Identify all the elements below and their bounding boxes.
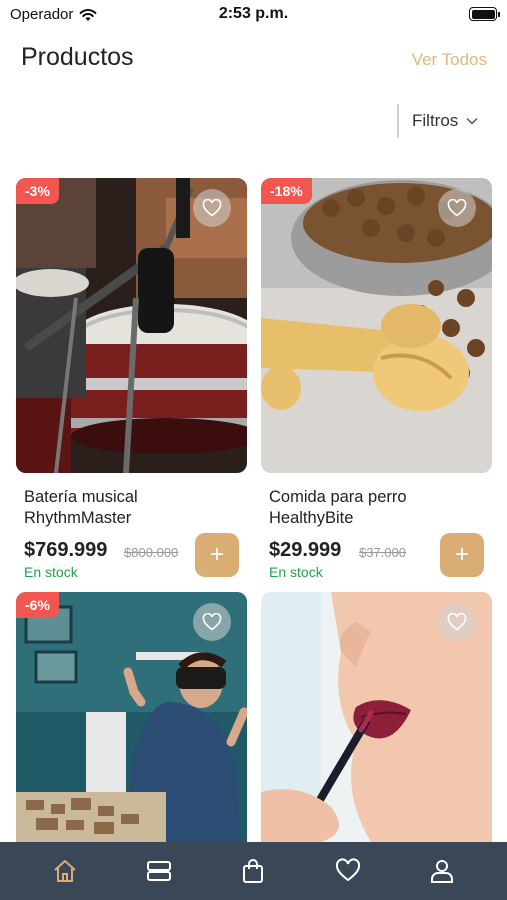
add-to-cart-button[interactable]: + — [440, 533, 484, 577]
user-icon — [430, 860, 453, 883]
battery-icon — [469, 7, 500, 21]
favorite-button[interactable] — [438, 603, 476, 641]
heart-outline-icon — [202, 199, 222, 217]
heart-icon — [335, 858, 360, 882]
product-card[interactable]: -18% Comida para perro HealthyBite $29.9… — [261, 178, 492, 580]
tab-home[interactable] — [40, 846, 90, 896]
filters-dropdown[interactable]: Filtros — [412, 111, 478, 131]
heart-outline-icon — [447, 613, 467, 631]
tab-favorites[interactable] — [323, 846, 373, 896]
status-time: 2:53 p.m. — [218, 5, 289, 22]
filter-divider — [397, 104, 399, 138]
see-all-link[interactable]: Ver Todos — [412, 50, 487, 70]
discount-badge: -18% — [261, 178, 312, 204]
price-row: $769.999 $800.000 En stock + — [16, 533, 247, 580]
bag-icon — [243, 859, 264, 883]
product-old-price: $37.000 — [359, 545, 406, 560]
product-card[interactable]: -6% — [16, 592, 247, 842]
product-image[interactable]: -3% — [16, 178, 247, 473]
tab-cart[interactable] — [228, 846, 278, 896]
add-to-cart-button[interactable]: + — [195, 533, 239, 577]
stock-status: En stock — [24, 564, 78, 580]
chevron-down-icon — [466, 117, 478, 125]
price-row: $29.999 $37.000 En stock + — [261, 533, 492, 580]
heart-outline-icon — [202, 613, 222, 631]
tab-catalog[interactable] — [134, 846, 184, 896]
tab-bar — [0, 842, 507, 900]
favorite-button[interactable] — [193, 189, 231, 227]
favorite-button[interactable] — [193, 603, 231, 641]
product-card[interactable] — [261, 592, 492, 842]
product-image[interactable]: -6% — [16, 592, 247, 842]
product-name[interactable]: Comida para perro HealthyBite — [261, 487, 471, 529]
page-title: Productos — [21, 43, 134, 71]
discount-badge: -3% — [16, 178, 59, 204]
product-price: $29.999 — [269, 539, 342, 561]
product-image[interactable]: -18% — [261, 178, 492, 473]
discount-badge: -6% — [16, 592, 59, 618]
product-image[interactable] — [261, 592, 492, 842]
catalog-icon — [147, 861, 172, 881]
plus-icon: + — [454, 541, 469, 568]
heart-outline-icon — [447, 199, 467, 217]
product-card[interactable]: -3% Batería musical RhythmMaster $769.99… — [16, 178, 247, 580]
filters-label: Filtros — [412, 111, 459, 130]
product-name[interactable]: Batería musical RhythmMaster — [16, 487, 226, 529]
product-price: $769.999 — [24, 539, 108, 561]
product-old-price: $800.000 — [124, 545, 179, 560]
stock-status: En stock — [269, 564, 323, 580]
plus-icon: + — [209, 541, 224, 568]
status-bar: Operador 2:53 p.m. — [0, 0, 507, 28]
home-icon — [54, 860, 76, 882]
tab-profile[interactable] — [417, 846, 467, 896]
favorite-button[interactable] — [438, 189, 476, 227]
